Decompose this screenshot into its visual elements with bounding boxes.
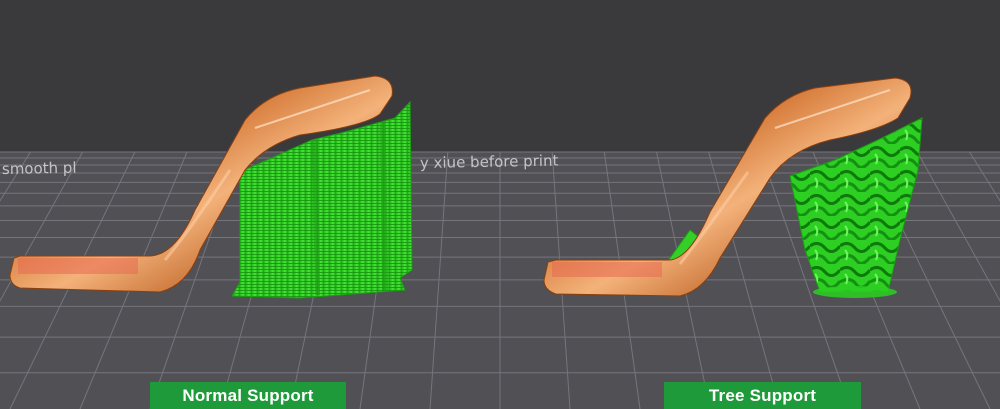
bed-text-left: smooth pl <box>2 159 77 178</box>
3d-viewport[interactable]: smooth pl y xiue before print Normal Sup… <box>0 0 1000 409</box>
tree-support-label: Tree Support <box>664 382 861 409</box>
bed-text-right: y xiue before print <box>420 152 559 172</box>
normal-support-label: Normal Support <box>150 382 346 409</box>
slicer-scene[interactable]: smooth pl y xiue before print <box>0 0 1000 409</box>
